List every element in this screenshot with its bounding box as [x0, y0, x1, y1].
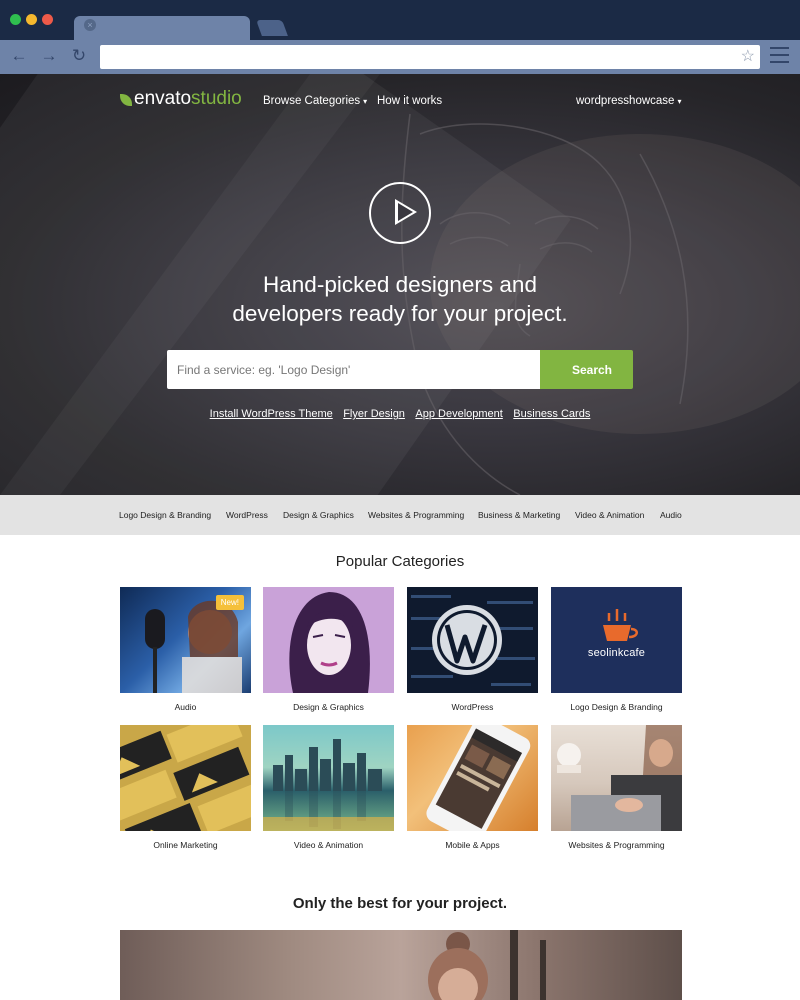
- category-link-audio[interactable]: Audio: [660, 510, 682, 520]
- category-image-video-animation: [263, 725, 394, 831]
- category-label: Design & Graphics: [293, 702, 364, 712]
- category-label: Online Marketing: [153, 840, 218, 850]
- woman-photo-illustration: [428, 930, 546, 1000]
- category-image-audio: New!: [120, 587, 251, 693]
- category-image-websites-programming: [551, 725, 682, 831]
- category-image-mobile-apps: [407, 725, 538, 831]
- laptop-workspace-illustration: [557, 725, 682, 831]
- category-label: Logo Design & Branding: [570, 702, 663, 712]
- back-arrow-icon[interactable]: ←: [9, 46, 29, 66]
- quick-link-app-development[interactable]: App Development: [415, 408, 502, 420]
- window-minimize-button[interactable]: [10, 14, 21, 25]
- bookmark-star-icon[interactable]: ☆: [741, 47, 755, 67]
- category-image-design-graphics: [263, 587, 394, 693]
- wordpress-logo-icon: [411, 595, 535, 686]
- quick-link-business-cards[interactable]: Business Cards: [513, 408, 590, 420]
- window-zoom-button[interactable]: [26, 14, 37, 25]
- chevron-down-icon: ▾: [677, 97, 682, 106]
- nav-how-it-works[interactable]: How it works: [377, 95, 442, 107]
- featured-freelancer-image: [120, 930, 682, 1000]
- account-name: wordpresshowcase: [576, 95, 675, 107]
- popular-categories-heading: Popular Categories: [335, 553, 465, 570]
- hero-headline-line2: developers ready for your project.: [232, 301, 568, 326]
- hero-headline-line1: Hand-picked designers and: [263, 272, 537, 297]
- new-tab-button[interactable]: [256, 20, 288, 36]
- category-nav-bar: Logo Design & Branding WordPress Design …: [0, 495, 800, 535]
- business-cards-illustration: [120, 725, 251, 831]
- hero-headline: Hand-picked designers and developers rea…: [200, 270, 600, 328]
- nav-how-it-works-label: How it works: [377, 95, 443, 107]
- hero-section: envatostudio Browse Categories ▾ How it w…: [0, 74, 800, 495]
- category-label: Video & Animation: [293, 840, 364, 850]
- woman-portrait-illustration: [289, 592, 370, 693]
- nav-browse-categories-label: Browse Categories: [263, 95, 361, 107]
- logo-text-studio: studio: [191, 88, 242, 109]
- seolinkcafe-logo-text: seolinkcafe: [587, 647, 646, 659]
- category-link-wordpress[interactable]: WordPress: [226, 510, 268, 520]
- category-link-video-animation[interactable]: Video & Animation: [575, 510, 644, 520]
- play-icon: [395, 199, 417, 225]
- category-label: Audio: [174, 702, 197, 712]
- search-button[interactable]: Search: [551, 350, 633, 389]
- browser-titlebar: ×: [0, 0, 800, 40]
- chevron-down-icon: ▾: [363, 97, 368, 106]
- category-label: Mobile & Apps: [445, 840, 500, 850]
- category-link-business-marketing[interactable]: Business & Marketing: [478, 510, 560, 520]
- popular-searches: Install WordPress Theme Flyer Design App…: [0, 404, 800, 422]
- category-label: Websites & Programming: [568, 840, 665, 850]
- forward-arrow-icon[interactable]: →: [39, 46, 59, 66]
- quick-link-flyer-design[interactable]: Flyer Design: [343, 408, 405, 420]
- address-bar[interactable]: ☆: [100, 45, 760, 69]
- account-menu[interactable]: wordpresshowcase ▾: [576, 95, 681, 107]
- tab-close-icon[interactable]: ×: [84, 19, 96, 31]
- category-link-logo-design[interactable]: Logo Design & Branding: [119, 510, 211, 520]
- coffee-cup-logo-icon: [603, 609, 638, 641]
- window-close-button[interactable]: [42, 14, 53, 25]
- category-link-design-graphics[interactable]: Design & Graphics: [283, 510, 354, 520]
- smartphone-illustration: [426, 725, 531, 831]
- quick-link-install-wordpress-theme[interactable]: Install WordPress Theme: [210, 408, 333, 420]
- service-search-input[interactable]: [167, 350, 540, 389]
- nav-browse-categories[interactable]: Browse Categories ▾: [263, 95, 367, 107]
- browser-menu-icon[interactable]: [770, 47, 789, 68]
- search-button-pad: [540, 350, 551, 389]
- service-search-form: Search: [167, 350, 633, 389]
- logo-text-envato: envato: [134, 88, 192, 109]
- new-badge: New!: [215, 595, 244, 610]
- category-link-websites-programming[interactable]: Websites & Programming: [368, 510, 464, 520]
- category-label: WordPress: [451, 702, 494, 712]
- category-image-logo-design: seolinkcafe: [551, 587, 682, 693]
- category-image-wordpress: [407, 587, 538, 693]
- best-section-heading: Only the best for your project.: [292, 895, 508, 912]
- city-skyline-illustration: [263, 739, 394, 831]
- browser-tab[interactable]: ×: [74, 16, 250, 40]
- play-video-button[interactable]: [369, 182, 431, 244]
- reload-icon[interactable]: ↻: [69, 46, 89, 66]
- envato-studio-logo[interactable]: envatostudio: [134, 88, 242, 110]
- category-image-online-marketing: [120, 725, 251, 831]
